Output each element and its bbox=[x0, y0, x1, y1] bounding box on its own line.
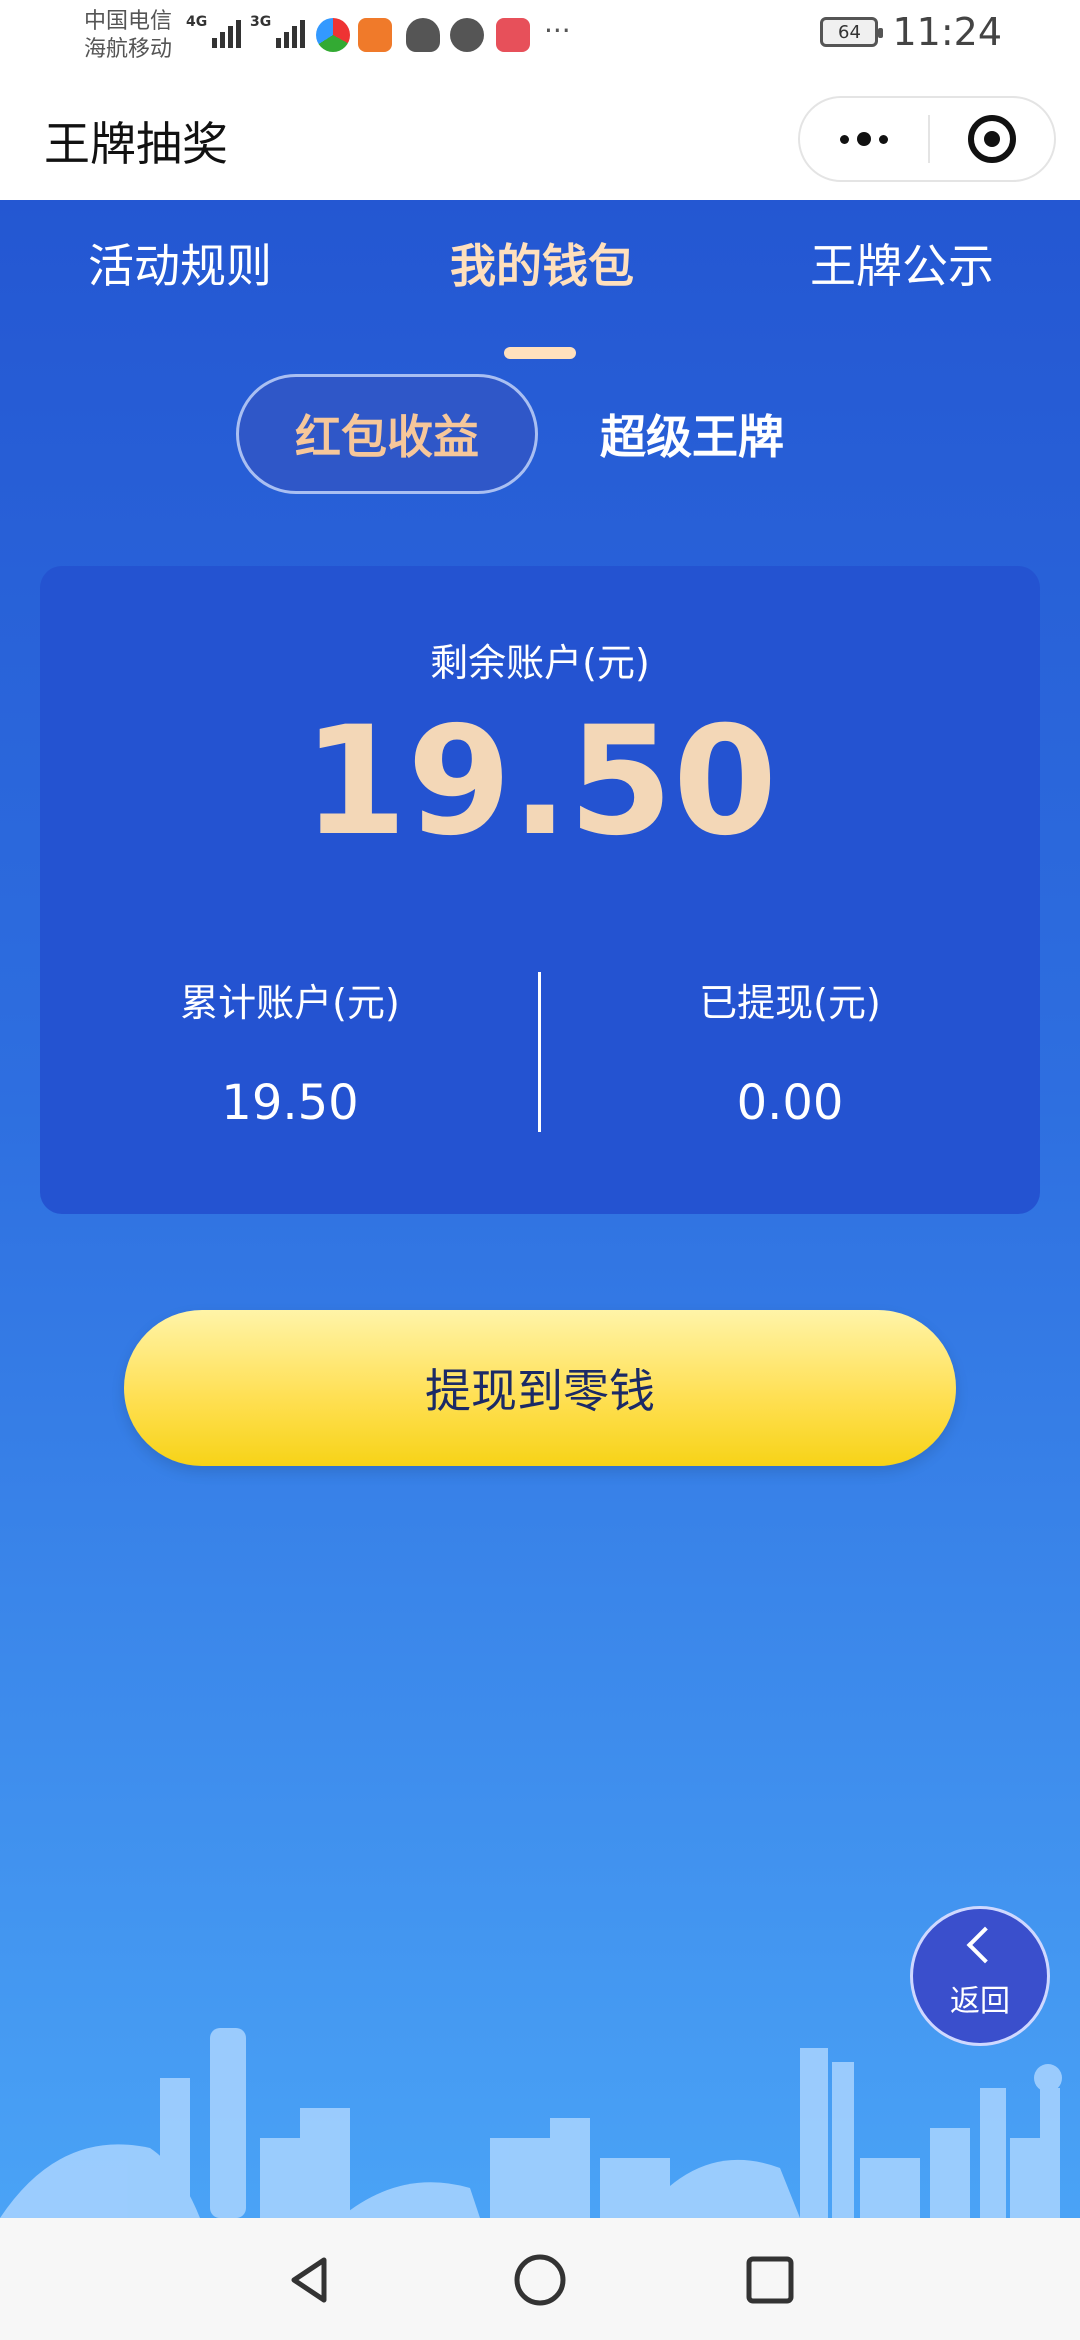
city-skyline-illustration bbox=[0, 2028, 1062, 2218]
chat-icon bbox=[450, 18, 484, 52]
withdraw-button[interactable]: 提现到零钱 bbox=[124, 1310, 956, 1466]
total-value: 19.50 bbox=[221, 1075, 359, 1131]
withdrawn-value: 0.00 bbox=[736, 1075, 844, 1131]
subtab-redpacket[interactable]: 红包收益 bbox=[236, 374, 538, 494]
target-close-icon[interactable] bbox=[930, 98, 1054, 180]
status-bar: 中国电信 海航移动 4G 3G ··· 64 11:24 bbox=[0, 0, 1080, 72]
tab-indicator bbox=[504, 347, 576, 359]
nav-back-icon[interactable] bbox=[280, 2250, 340, 2310]
withdrawn-label: 已提现(元) bbox=[699, 981, 881, 1025]
battery-icon: 64 bbox=[820, 17, 884, 47]
tab-wallet[interactable]: 我的钱包 bbox=[450, 230, 634, 296]
signal-3g-icon: 3G bbox=[250, 14, 306, 48]
carrier-info: 中国电信 海航移动 bbox=[84, 8, 172, 64]
qq-icon bbox=[406, 18, 440, 52]
health-app-icon bbox=[358, 18, 392, 52]
main-content: 活动规则 我的钱包 王牌公示 红包收益 超级王牌 剩余账户(元) 19.50 累… bbox=[0, 200, 1080, 2218]
total-label: 累计账户(元) bbox=[180, 981, 400, 1025]
signal-4g-label: 4G bbox=[186, 14, 208, 30]
back-button[interactable]: 返回 bbox=[910, 1906, 1050, 2046]
nav-home-icon[interactable] bbox=[510, 2250, 570, 2310]
system-nav-bar bbox=[0, 2218, 1080, 2340]
back-label: 返回 bbox=[950, 1984, 1010, 2019]
chevron-left-icon bbox=[966, 1926, 1004, 1964]
tab-announcement[interactable]: 王牌公示 bbox=[810, 230, 994, 296]
balance-label: 剩余账户(元) bbox=[430, 641, 650, 685]
status-right: 64 11:24 bbox=[820, 10, 1002, 54]
withdrawn-column: 已提现(元) 0.00 bbox=[540, 972, 1040, 1131]
battery-level: 64 bbox=[838, 21, 861, 43]
signal-3g-label: 3G bbox=[250, 14, 272, 30]
subtab-super-card[interactable]: 超级王牌 bbox=[600, 374, 784, 494]
carrier-2: 海航移动 bbox=[84, 37, 173, 62]
mini-program-capsule bbox=[798, 96, 1056, 182]
tab-rules[interactable]: 活动规则 bbox=[88, 230, 272, 296]
sub-tabs: 红包收益 超级王牌 bbox=[0, 374, 1080, 494]
video-app-icon bbox=[496, 18, 530, 52]
signal-4g-icon: 4G bbox=[186, 14, 242, 48]
more-dots-icon[interactable] bbox=[800, 98, 928, 180]
more-notifications-icon: ··· bbox=[544, 14, 571, 47]
total-column: 累计账户(元) 19.50 bbox=[40, 972, 540, 1131]
app-notification-icon bbox=[316, 18, 350, 52]
carrier-1: 中国电信 bbox=[84, 9, 173, 34]
page-title: 王牌抽奖 bbox=[44, 117, 228, 171]
clock: 11:24 bbox=[892, 10, 1002, 54]
top-tabs: 活动规则 我的钱包 王牌公示 bbox=[0, 230, 1080, 360]
balance-amount: 19.50 bbox=[302, 695, 778, 869]
wallet-card: 剩余账户(元) 19.50 累计账户(元) 19.50 已提现(元) 0.00 bbox=[40, 566, 1040, 1214]
title-bar: 王牌抽奖 bbox=[0, 72, 1080, 200]
nav-recents-icon[interactable] bbox=[740, 2250, 800, 2310]
